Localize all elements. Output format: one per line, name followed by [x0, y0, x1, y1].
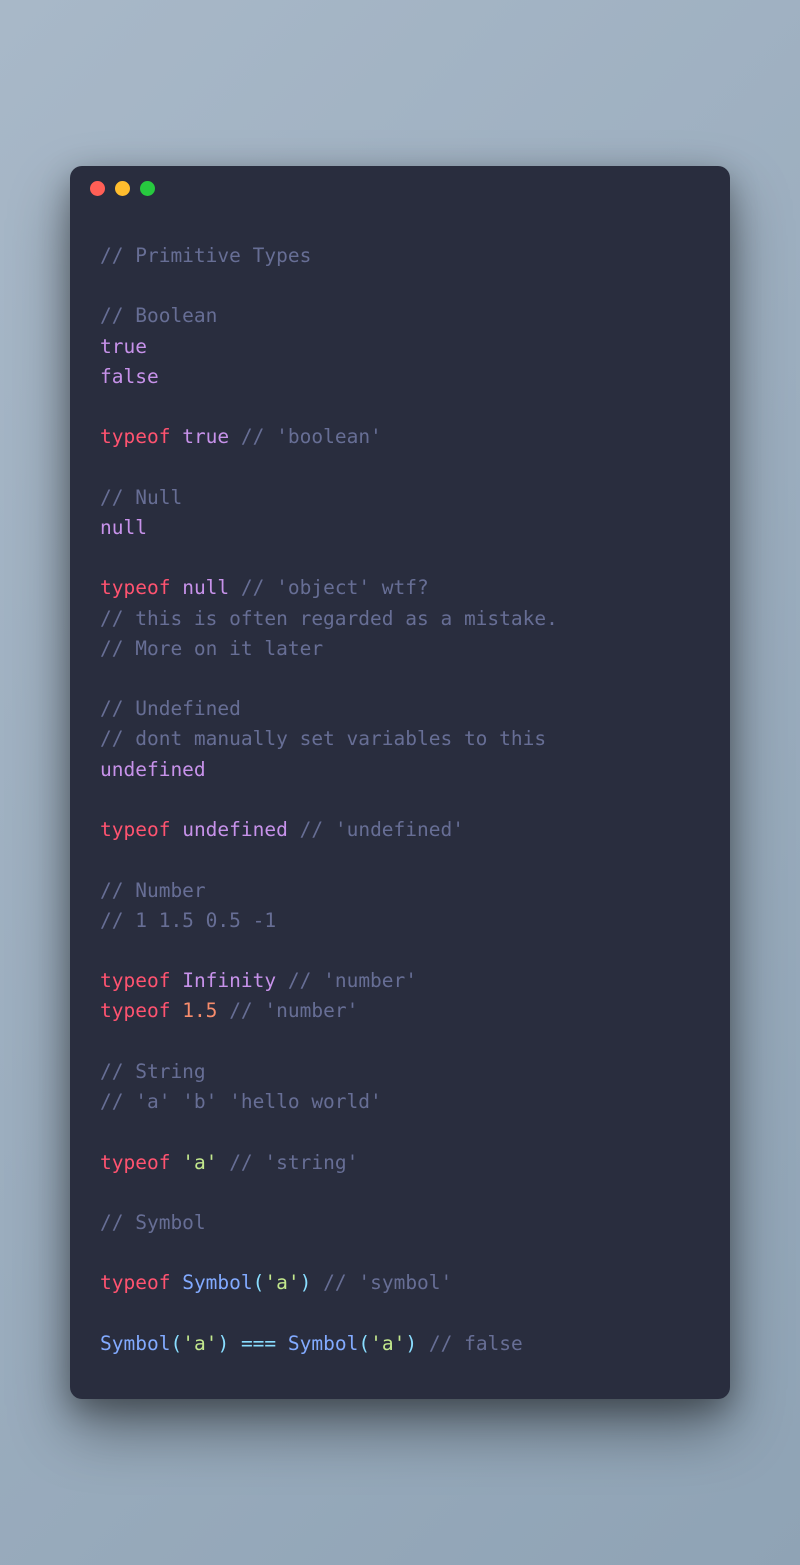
typeof-keyword: typeof: [100, 1151, 170, 1174]
comment-line: // Undefined: [100, 697, 241, 720]
comment-line: // String: [100, 1060, 206, 1083]
close-icon[interactable]: [90, 181, 105, 196]
window-titlebar: [70, 166, 730, 211]
comment-line: // dont manually set variables to this: [100, 727, 546, 750]
comment-line: // Number: [100, 879, 206, 902]
comment-inline: // 'undefined': [300, 818, 464, 841]
comment-inline: // 'symbol': [323, 1271, 452, 1294]
infinity-literal: Infinity: [182, 969, 276, 992]
comment-inline: // 'number': [288, 969, 417, 992]
comment-line: // Symbol: [100, 1211, 206, 1234]
punctuation: (: [170, 1332, 182, 1355]
typeof-keyword: typeof: [100, 576, 170, 599]
comment-inline: // 'boolean': [241, 425, 382, 448]
maximize-icon[interactable]: [140, 181, 155, 196]
comment-line: // 1 1.5 0.5 -1: [100, 909, 276, 932]
string-literal: 'a': [264, 1271, 299, 1294]
typeof-keyword: typeof: [100, 818, 170, 841]
code-window: // Primitive Types // Boolean true false…: [70, 166, 730, 1399]
punctuation: ): [300, 1271, 312, 1294]
null-literal: null: [182, 576, 229, 599]
string-literal: 'a': [370, 1332, 405, 1355]
comment-line: // 'a' 'b' 'hello world': [100, 1090, 382, 1113]
boolean-literal: false: [100, 365, 159, 388]
typeof-keyword: typeof: [100, 1271, 170, 1294]
undefined-literal: undefined: [182, 818, 288, 841]
string-literal: 'a': [182, 1332, 217, 1355]
boolean-literal: true: [100, 335, 147, 358]
comment-line: // this is often regarded as a mistake.: [100, 607, 558, 630]
comment-line: // Null: [100, 486, 182, 509]
comment-line: // Primitive Types: [100, 244, 311, 267]
minimize-icon[interactable]: [115, 181, 130, 196]
comment-inline: // 'string': [229, 1151, 358, 1174]
number-literal: 1.5: [182, 999, 217, 1022]
comment-line: // More on it later: [100, 637, 323, 660]
string-literal: 'a': [182, 1151, 217, 1174]
punctuation: ): [217, 1332, 229, 1355]
function-name: Symbol: [288, 1332, 358, 1355]
comment-inline: // false: [429, 1332, 523, 1355]
punctuation: (: [358, 1332, 370, 1355]
function-name: Symbol: [100, 1332, 170, 1355]
typeof-keyword: typeof: [100, 999, 170, 1022]
null-literal: null: [100, 516, 147, 539]
code-content: // Primitive Types // Boolean true false…: [70, 211, 730, 1399]
comment-line: // Boolean: [100, 304, 217, 327]
typeof-keyword: typeof: [100, 969, 170, 992]
operator: ===: [241, 1332, 276, 1355]
boolean-literal: true: [182, 425, 229, 448]
comment-inline: // 'object' wtf?: [241, 576, 429, 599]
undefined-literal: undefined: [100, 758, 206, 781]
punctuation: ): [405, 1332, 417, 1355]
typeof-keyword: typeof: [100, 425, 170, 448]
function-name: Symbol: [182, 1271, 252, 1294]
punctuation: (: [253, 1271, 265, 1294]
comment-inline: // 'number': [229, 999, 358, 1022]
